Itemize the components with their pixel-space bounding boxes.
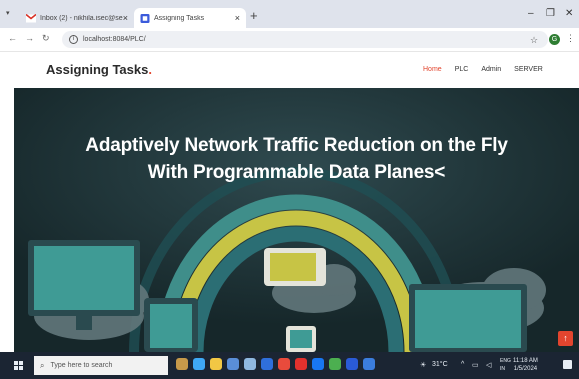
app-icon[interactable]: [261, 358, 273, 370]
hero-line-1: Adaptively Network Traffic Reduction on …: [85, 135, 508, 156]
clock-date: 1/5/2024: [513, 366, 538, 372]
weather-temp[interactable]: 31°C: [432, 361, 448, 368]
site-logo[interactable]: Assigning Tasks.: [46, 62, 152, 77]
notification-icon[interactable]: [563, 360, 572, 369]
restore-icon[interactable]: ❐: [546, 8, 555, 19]
back-icon[interactable]: ←: [8, 33, 17, 43]
hero-heading: Adaptively Network Traffic Reduction on …: [14, 132, 579, 186]
back-to-top-button[interactable]: ↑: [558, 331, 573, 346]
language-indicator[interactable]: ENG IN: [500, 357, 511, 373]
tab-title: Assigning Tasks: [154, 14, 205, 22]
region-code: IN: [500, 366, 505, 372]
windows-taskbar: ⌕ Type here to search ☀ 31°C ^ ▭ ◁ ENG I…: [0, 352, 579, 379]
site-info-icon[interactable]: i: [69, 35, 78, 44]
lang-code: ENG: [500, 358, 511, 364]
reload-icon[interactable]: ↻: [42, 33, 50, 44]
hero-line-2: With Programmable Data Planes<: [147, 162, 446, 183]
bookmark-star-icon[interactable]: ☆: [530, 35, 538, 46]
chrome-icon[interactable]: [278, 358, 290, 370]
weather-icon[interactable]: ☀: [420, 361, 426, 369]
windows-start-icon[interactable]: [14, 361, 23, 370]
volume-icon[interactable]: ◁: [486, 361, 491, 369]
search-icon: ⌕: [40, 360, 45, 370]
tab-search-icon[interactable]: ▾: [6, 9, 10, 17]
search-placeholder: Type here to search: [50, 362, 113, 369]
store-icon[interactable]: [227, 358, 239, 370]
forward-icon[interactable]: →: [25, 33, 34, 43]
tab-assigning-tasks[interactable]: Assigning Tasks ×: [134, 8, 246, 28]
file-explorer-icon[interactable]: [210, 358, 222, 370]
minimize-icon[interactable]: –: [528, 8, 534, 19]
app-icon[interactable]: [363, 358, 375, 370]
nav-admin[interactable]: Admin: [481, 66, 501, 73]
browser-toolbar: ← → ↻ i localhost:8084/PLC/ ☆ G ⋮: [0, 28, 579, 52]
clock-time: 11:18 AM: [513, 358, 538, 364]
close-window-icon[interactable]: ✕: [565, 8, 573, 19]
page-icon: [140, 13, 150, 23]
facebook-icon[interactable]: [312, 358, 324, 370]
browser-tab-strip: ▾ Inbox (2) - nikhila.isec@sebpo... × As…: [0, 0, 579, 28]
app-icon[interactable]: [329, 358, 341, 370]
edge-icon[interactable]: [193, 358, 205, 370]
brand-text: Assigning Tasks: [46, 62, 149, 77]
taskbar-search-input[interactable]: ⌕ Type here to search: [34, 356, 168, 375]
task-view-icon[interactable]: [176, 358, 188, 370]
nav-plc[interactable]: PLC: [455, 66, 469, 73]
address-bar[interactable]: i localhost:8084/PLC/: [62, 31, 548, 48]
profile-avatar[interactable]: G: [549, 34, 560, 45]
network-icon[interactable]: ▭: [472, 361, 479, 369]
mail-icon[interactable]: [244, 358, 256, 370]
hero-banner: Adaptively Network Traffic Reduction on …: [14, 88, 579, 352]
youtube-icon[interactable]: [295, 358, 307, 370]
main-menu: Home PLC Admin SERVER: [423, 66, 543, 73]
tray-chevron-icon[interactable]: ^: [461, 361, 464, 368]
browser-menu-icon[interactable]: ⋮: [566, 33, 575, 44]
nav-home[interactable]: Home: [423, 66, 442, 73]
new-tab-button[interactable]: +: [250, 8, 258, 23]
taskbar-clock[interactable]: 11:18 AM 1/5/2024: [513, 357, 538, 373]
app-icon[interactable]: [346, 358, 358, 370]
nav-server[interactable]: SERVER: [514, 66, 543, 73]
tab-inbox[interactable]: Inbox (2) - nikhila.isec@sebpo... ×: [26, 8, 134, 28]
close-tab-icon[interactable]: ×: [123, 13, 128, 23]
close-tab-icon[interactable]: ×: [235, 13, 240, 23]
brand-dot: .: [148, 62, 152, 77]
site-navbar: Assigning Tasks. Home PLC Admin SERVER: [0, 52, 579, 88]
tab-title: Inbox (2) - nikhila.isec@sebpo...: [40, 14, 123, 22]
gmail-icon: [26, 13, 36, 22]
hero-illustration: [14, 88, 579, 352]
url-text: localhost:8084/PLC/: [83, 36, 146, 43]
